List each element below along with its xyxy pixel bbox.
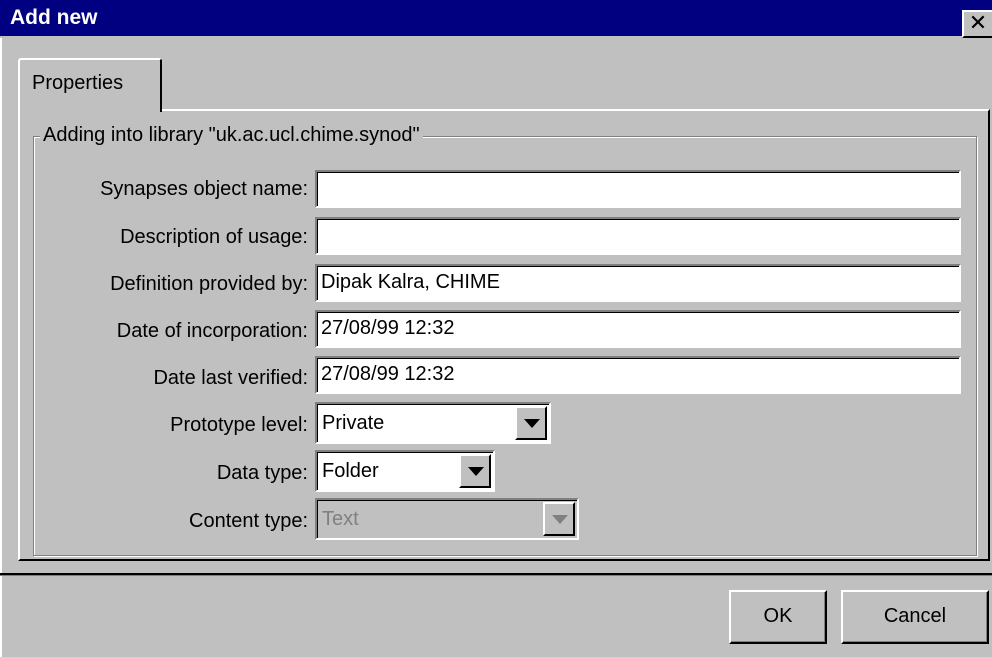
window-title: Add new [10, 6, 98, 29]
ok-button[interactable]: OK [729, 590, 827, 644]
button-bar-separator [0, 573, 992, 576]
prototype-level-label: Prototype level: [170, 414, 308, 436]
close-icon: ✕ [968, 10, 988, 35]
object-name-label: Synapses object name: [100, 178, 308, 200]
description-label: Description of usage: [120, 226, 308, 248]
prototype-level-value: Private [322, 412, 385, 434]
close-button[interactable]: ✕ [962, 10, 992, 38]
chevron-down-icon[interactable] [459, 454, 491, 488]
tab-properties-label: Properties [32, 72, 124, 94]
date-incorporation-label: Date of incorporation: [116, 320, 308, 342]
content-type-label: Content type: [189, 510, 308, 532]
provided-by-label: Definition provided by: [110, 273, 308, 295]
data-type-label: Data type: [216, 462, 308, 484]
tab-properties[interactable]: Properties [18, 58, 162, 112]
date-verified-label: Date last verified: [153, 367, 308, 389]
cancel-button[interactable]: Cancel [841, 590, 989, 644]
window-frame [0, 38, 6, 657]
chevron-down-icon [543, 502, 575, 536]
date-incorporation-field[interactable]: 27/08/99 12:32 [315, 310, 961, 348]
title-bar: Add new ✕ [0, 0, 992, 38]
group-legend: Adding into library "uk.ac.ucl.chime.syn… [40, 124, 423, 147]
provided-by-field[interactable]: Dipak Kalra, CHIME [315, 264, 961, 302]
description-field[interactable] [315, 217, 961, 255]
chevron-down-icon[interactable] [515, 406, 547, 440]
content-type-select: Text [315, 498, 579, 540]
data-type-value: Folder [322, 460, 379, 482]
content-type-value: Text [322, 508, 359, 530]
object-name-field[interactable] [315, 170, 961, 208]
date-verified-field[interactable]: 27/08/99 12:32 [315, 356, 961, 394]
prototype-level-select[interactable]: Private [315, 402, 551, 444]
data-type-select[interactable]: Folder [315, 450, 495, 492]
